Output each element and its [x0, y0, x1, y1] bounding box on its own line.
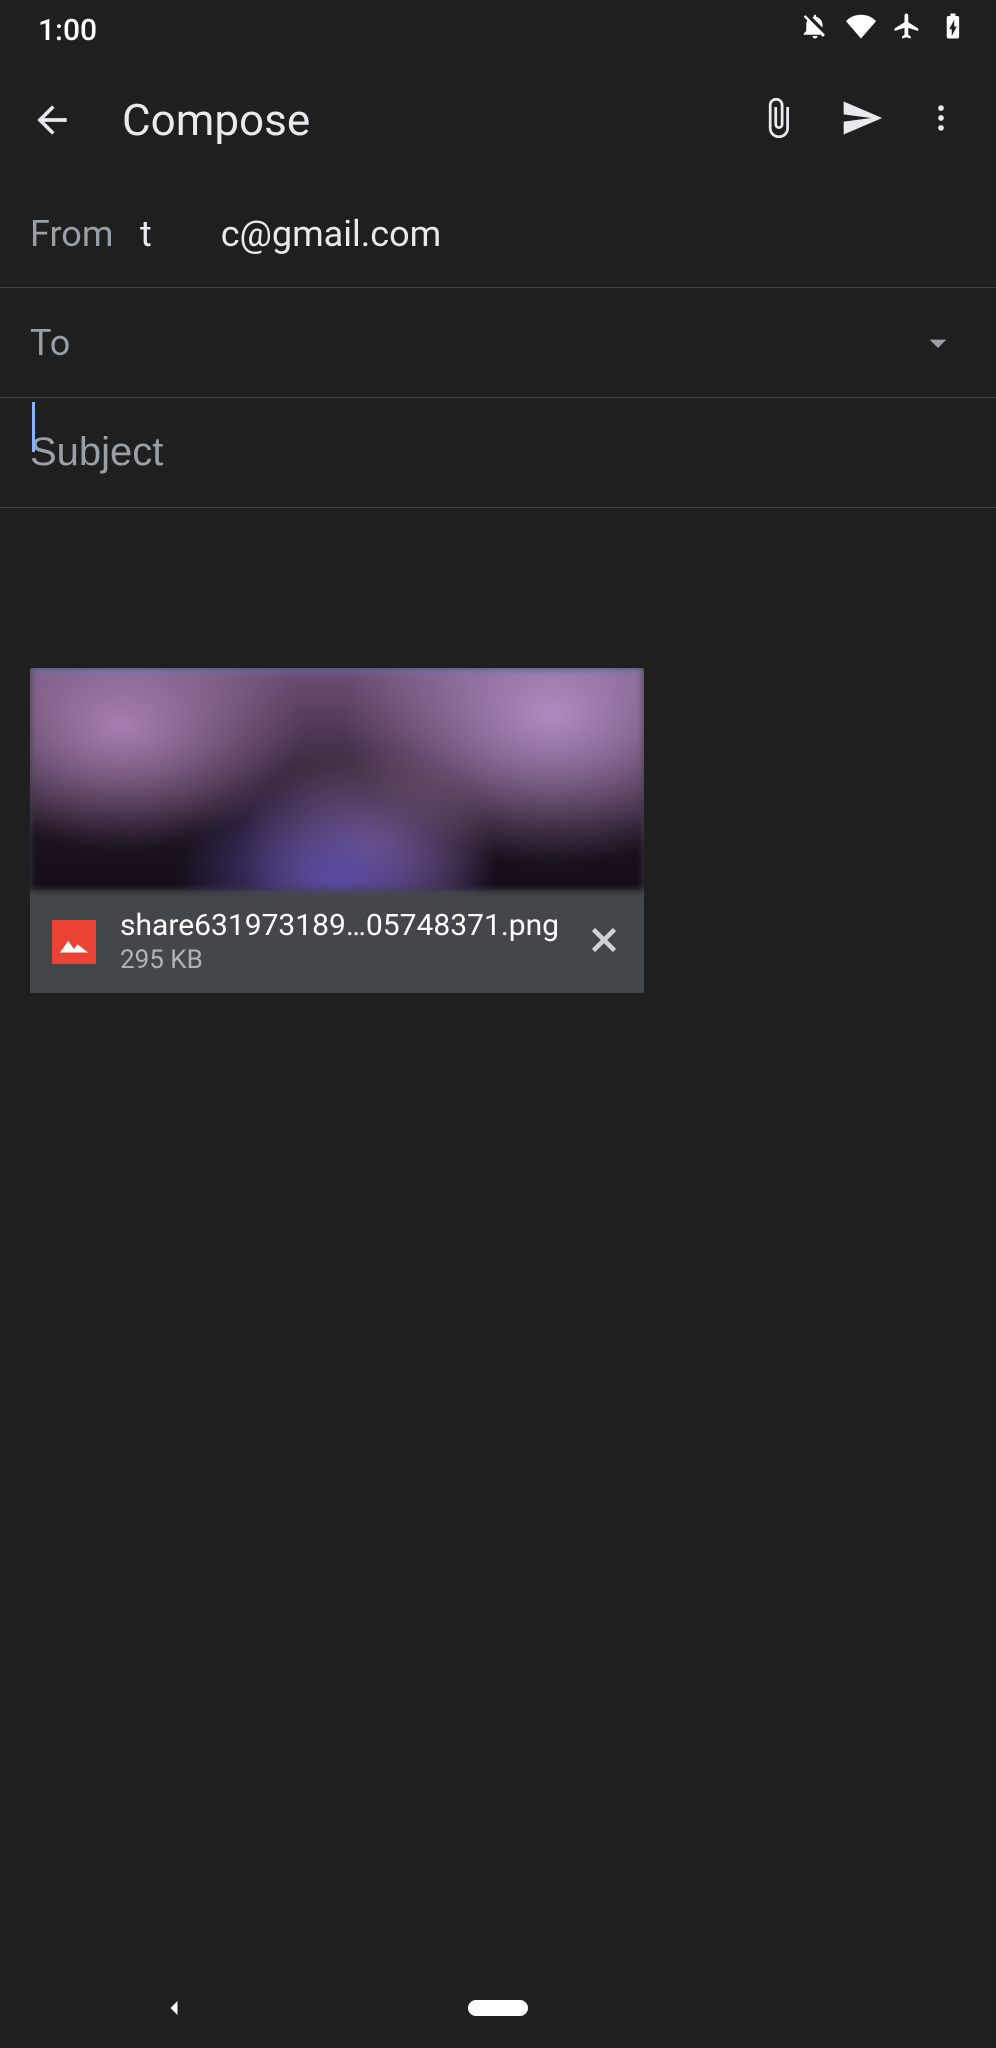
attachment-filename: share631973189…05748371.png [120, 908, 562, 943]
attachment-preview[interactable] [30, 668, 644, 890]
attachment-size: 295 KB [120, 945, 562, 975]
system-back-button[interactable] [160, 1994, 188, 2026]
close-icon [586, 922, 622, 958]
from-row[interactable]: From t c@gmail.com [0, 180, 996, 288]
more-options-button[interactable] [924, 101, 958, 139]
status-time: 1:00 [38, 13, 97, 48]
chevron-down-icon [918, 323, 958, 363]
attach-button[interactable] [756, 96, 800, 144]
remove-attachment-button[interactable] [586, 922, 622, 962]
to-label: To [30, 322, 70, 364]
back-button[interactable] [20, 98, 84, 142]
image-file-icon [52, 920, 96, 964]
to-input[interactable] [100, 322, 910, 364]
airplane-mode-icon [892, 11, 922, 49]
status-left: 1:00 [38, 13, 117, 48]
attachment-card: share631973189…05748371.png 295 KB [30, 668, 644, 993]
from-value: t c@gmail.com [140, 213, 441, 255]
battery-charging-icon [938, 11, 968, 49]
from-label: From [30, 213, 140, 255]
appbar-actions [756, 96, 976, 144]
system-home-pill[interactable] [468, 2000, 528, 2016]
status-right [800, 11, 968, 49]
to-row: To [0, 288, 996, 398]
attachment-meta: share631973189…05748371.png 295 KB [30, 890, 644, 993]
expand-recipients-button[interactable] [910, 315, 966, 371]
attachment-text: share631973189…05748371.png 295 KB [120, 908, 562, 975]
dnd-off-icon [800, 11, 830, 49]
text-cursor [32, 402, 35, 452]
send-button[interactable] [840, 96, 884, 144]
app-bar: Compose [0, 60, 996, 180]
wifi-icon [846, 11, 876, 49]
system-nav-bar [0, 1968, 996, 2048]
subject-row [0, 398, 996, 508]
page-title: Compose [84, 94, 756, 146]
status-bar: 1:00 [0, 0, 996, 60]
subject-input[interactable] [30, 430, 966, 475]
compose-body[interactable]: share631973189…05748371.png 295 KB [0, 508, 996, 1023]
